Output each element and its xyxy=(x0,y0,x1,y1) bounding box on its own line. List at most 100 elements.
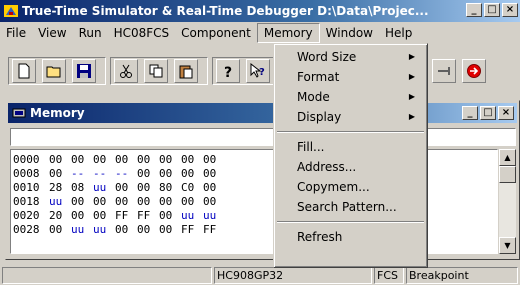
memory-byte[interactable]: 00 xyxy=(137,195,159,209)
minimize-button[interactable]: _ xyxy=(466,3,482,17)
memory-row-address: 0010 xyxy=(13,181,40,194)
memory-byte[interactable]: 00 xyxy=(203,195,225,209)
memory-byte[interactable]: 00 xyxy=(159,223,181,237)
menu-item-label: Copymem... xyxy=(297,180,370,194)
help-button[interactable]: ? xyxy=(216,59,240,83)
memory-byte[interactable]: 00 xyxy=(137,181,159,195)
memory-byte[interactable]: FF xyxy=(203,223,225,237)
status-device: HC908GP32 xyxy=(214,267,372,284)
memory-byte[interactable]: 00 xyxy=(203,153,225,167)
memory-byte[interactable]: 08 xyxy=(71,181,93,195)
memory-byte[interactable]: 00 xyxy=(115,153,137,167)
scroll-up-button[interactable]: ▲ xyxy=(499,149,516,166)
memory-byte[interactable]: 00 xyxy=(93,153,115,167)
maximize-button[interactable]: □ xyxy=(484,3,500,17)
menu-view[interactable]: View xyxy=(32,23,72,43)
memory-byte[interactable]: 00 xyxy=(181,153,203,167)
memory-window[interactable]: Memory _ □ × 0000 00 00 00 00 00 00 00 00 0008 00-… xyxy=(5,100,520,260)
app-title-bar[interactable]: True-Time Simulator & Real-Time Debugger… xyxy=(0,0,520,22)
menu-item-label: Fill... xyxy=(297,140,325,154)
memory-byte[interactable]: -- xyxy=(93,167,115,181)
scroll-down-button[interactable]: ▼ xyxy=(499,237,516,254)
status-bar: HC908GP32 FCS Breakpoint xyxy=(0,265,520,285)
memory-byte[interactable]: 00 xyxy=(115,223,137,237)
memory-byte[interactable]: uu xyxy=(93,223,115,237)
memory-byte[interactable]: FF xyxy=(181,223,203,237)
menu-item-address[interactable]: Address... xyxy=(276,157,425,177)
scroll-thumb[interactable] xyxy=(499,166,516,183)
memory-byte[interactable]: 00 xyxy=(93,195,115,209)
memory-byte[interactable]: uu xyxy=(203,209,225,223)
memory-close-button[interactable]: × xyxy=(498,106,514,120)
memory-byte[interactable]: 00 xyxy=(115,195,137,209)
halt-button[interactable] xyxy=(462,59,486,83)
memory-byte[interactable]: 00 xyxy=(203,167,225,181)
memory-byte[interactable]: 00 xyxy=(181,195,203,209)
memory-row-address: 0008 xyxy=(13,167,40,180)
memory-maximize-button[interactable]: □ xyxy=(480,106,496,120)
new-file-button[interactable] xyxy=(12,59,36,83)
memory-byte[interactable]: FF xyxy=(115,209,137,223)
context-help-button[interactable]: ? xyxy=(246,59,270,83)
memory-vertical-scrollbar[interactable]: ▲ ▼ xyxy=(499,149,516,254)
step-over-button[interactable] xyxy=(432,59,456,83)
menu-item-label: Search Pattern... xyxy=(297,200,397,214)
memory-byte[interactable]: 00 xyxy=(137,223,159,237)
menu-file[interactable]: File xyxy=(0,23,32,43)
open-file-button[interactable] xyxy=(42,59,66,83)
menu-item-copymem[interactable]: Copymem... xyxy=(276,177,425,197)
memory-byte[interactable]: 00 xyxy=(137,167,159,181)
memory-byte[interactable]: 00 xyxy=(159,195,181,209)
memory-byte[interactable]: uu xyxy=(93,181,115,195)
menu-item-fill[interactable]: Fill... xyxy=(276,137,425,157)
memory-byte[interactable]: 00 xyxy=(159,209,181,223)
memory-byte[interactable]: -- xyxy=(71,167,93,181)
memory-byte[interactable]: 00 xyxy=(49,167,71,181)
close-button[interactable]: × xyxy=(502,3,518,17)
memory-byte[interactable]: C0 xyxy=(181,181,203,195)
memory-row-address: 0000 xyxy=(13,153,40,166)
copy-button[interactable] xyxy=(144,59,168,83)
memory-byte[interactable]: 00 xyxy=(159,153,181,167)
memory-byte[interactable]: 00 xyxy=(115,181,137,195)
memory-byte[interactable]: 00 xyxy=(71,153,93,167)
memory-byte[interactable]: 00 xyxy=(93,209,115,223)
menu-item-word-size[interactable]: Word Size ▶ xyxy=(276,47,425,67)
memory-byte[interactable]: 00 xyxy=(203,181,225,195)
memory-byte[interactable]: 00 xyxy=(137,153,159,167)
memory-address-field[interactable] xyxy=(10,128,516,146)
menu-item-mode[interactable]: Mode ▶ xyxy=(276,87,425,107)
copy-icon xyxy=(149,64,163,78)
memory-byte[interactable]: 00 xyxy=(71,195,93,209)
memory-byte[interactable]: 80 xyxy=(159,181,181,195)
memory-byte[interactable]: 00 xyxy=(49,223,71,237)
paste-button[interactable] xyxy=(174,59,198,83)
memory-minimize-button[interactable]: _ xyxy=(462,106,478,120)
memory-byte[interactable]: uu xyxy=(181,209,203,223)
menu-item-format[interactable]: Format ▶ xyxy=(276,67,425,87)
memory-byte[interactable]: 20 xyxy=(49,209,71,223)
menu-separator xyxy=(277,221,424,223)
memory-window-title: Memory xyxy=(30,106,85,120)
menu-help[interactable]: Help xyxy=(379,23,418,43)
memory-byte[interactable]: 00 xyxy=(71,209,93,223)
menu-item-display[interactable]: Display ▶ xyxy=(276,107,425,127)
menu-memory[interactable]: Memory xyxy=(256,23,320,43)
cut-button[interactable] xyxy=(114,59,138,83)
memory-byte[interactable]: 00 xyxy=(159,167,181,181)
memory-byte[interactable]: FF xyxy=(137,209,159,223)
save-button[interactable] xyxy=(72,59,96,83)
memory-byte[interactable]: uu xyxy=(71,223,93,237)
memory-byte[interactable]: 28 xyxy=(49,181,71,195)
memory-byte[interactable]: uu xyxy=(49,195,71,209)
memory-window-title-bar[interactable]: Memory _ □ × xyxy=(8,103,517,123)
menu-item-refresh[interactable]: Refresh xyxy=(276,227,425,247)
menu-item-search-pattern[interactable]: Search Pattern... xyxy=(276,197,425,217)
memory-byte[interactable]: -- xyxy=(115,167,137,181)
menu-run[interactable]: Run xyxy=(73,23,108,43)
memory-byte[interactable]: 00 xyxy=(181,167,203,181)
menu-window[interactable]: Window xyxy=(320,23,379,43)
menu-component[interactable]: Component xyxy=(175,23,257,43)
memory-byte[interactable]: 00 xyxy=(49,153,71,167)
menu-hc08fcs[interactable]: HC08FCS xyxy=(108,23,176,43)
